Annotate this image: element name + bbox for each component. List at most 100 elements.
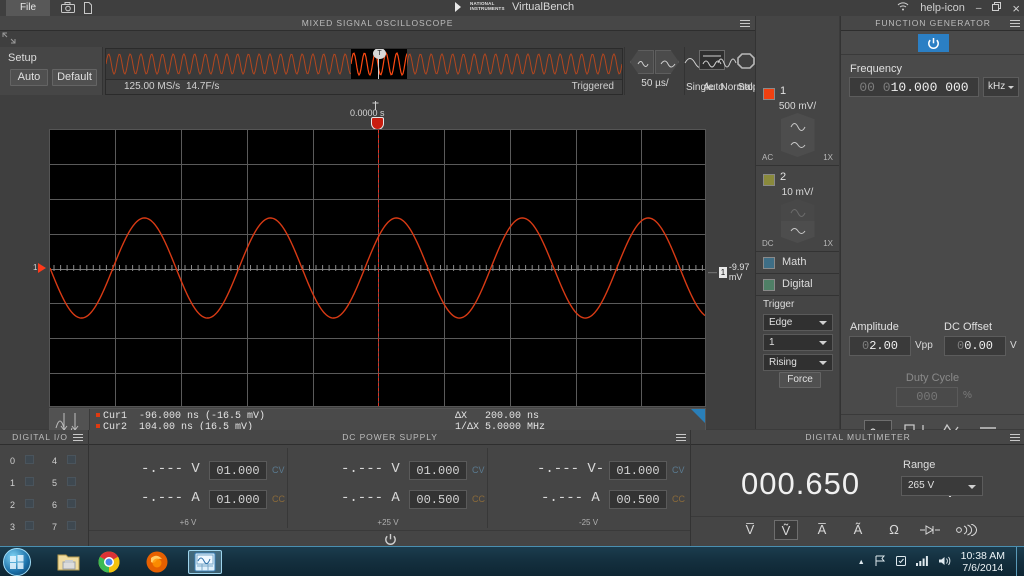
windows-start-icon[interactable] xyxy=(3,548,31,576)
show-desktop-button[interactable] xyxy=(1016,547,1024,576)
power-supply-power-button[interactable] xyxy=(89,530,691,546)
digital-io-header: DIGITAL I/O xyxy=(0,430,88,445)
continuity-icon[interactable] xyxy=(954,520,978,540)
frequency-unit-dropdown[interactable]: kHz xyxy=(983,77,1019,97)
channel-2-attenuation[interactable]: 1X xyxy=(823,239,833,248)
waveform-overview-strip[interactable]: T xyxy=(105,48,623,80)
digital-row[interactable]: Digital xyxy=(756,274,839,296)
channel-1-number: 1 xyxy=(780,85,787,97)
action-center-icon[interactable] xyxy=(895,555,907,570)
ps1-current-setpoint[interactable]: 01.000 xyxy=(209,490,267,509)
channel-1-coupling[interactable]: AC xyxy=(762,153,773,162)
volume-icon[interactable] xyxy=(938,555,952,570)
diode-icon[interactable] xyxy=(918,520,942,540)
channel-2-scale-down-button[interactable] xyxy=(780,221,815,243)
taskbar-clock[interactable]: 10:38 AM 7/6/2014 xyxy=(961,550,1005,574)
trigger-cursor-line[interactable] xyxy=(378,130,379,406)
multimeter-range-dropdown[interactable]: 265 V xyxy=(901,476,983,496)
digital-io-line-indicator[interactable] xyxy=(25,521,34,530)
trigger-slope-dropdown[interactable]: Rising xyxy=(763,354,833,371)
digital-io-line-indicator[interactable] xyxy=(25,477,34,486)
windows-taskbar: ▲ 10:38 AM 7/6/2014 xyxy=(0,546,1024,576)
function-generator-power-button[interactable] xyxy=(918,34,949,52)
digital-io-line-label: 0 xyxy=(10,456,16,466)
digital-io-line-indicator[interactable] xyxy=(67,521,76,530)
digital-io-line-label: 6 xyxy=(52,500,58,510)
timebase-decrease-button[interactable] xyxy=(630,50,654,74)
resistance-icon[interactable]: Ω xyxy=(882,520,906,540)
help-icon[interactable]: help-icon xyxy=(920,2,965,14)
resize-corner-icon[interactable] xyxy=(2,32,16,46)
ps3-voltage-setpoint[interactable]: 01.000 xyxy=(609,461,667,480)
channel-1-ground-marker[interactable] xyxy=(38,263,46,273)
digital-io-line-label: 5 xyxy=(52,478,58,488)
ps2-current-setpoint[interactable]: 00.500 xyxy=(409,490,467,509)
dc-offset-value: 0.00 xyxy=(964,339,993,353)
amplitude-input[interactable]: 02.00 xyxy=(849,336,911,356)
close-button[interactable]: × xyxy=(1012,1,1020,16)
digital-enable-toggle[interactable] xyxy=(763,279,775,291)
auto-setup-button[interactable]: Auto xyxy=(10,69,48,86)
channel-1-scale-down-button[interactable] xyxy=(780,135,815,157)
channel-2-enable-toggle[interactable] xyxy=(763,174,775,186)
file-explorer-icon[interactable] xyxy=(52,550,86,574)
multimeter-range-value: 265 V xyxy=(908,480,935,491)
timebase-increase-button[interactable] xyxy=(655,50,679,74)
wifi-icon[interactable] xyxy=(897,2,909,14)
digital-io-line-indicator[interactable] xyxy=(67,477,76,486)
camera-icon[interactable] xyxy=(60,2,76,14)
overview-trigger-marker[interactable]: T xyxy=(373,49,386,59)
ps2-voltage-setpoint[interactable]: 01.000 xyxy=(409,461,467,480)
show-hidden-icons-icon[interactable]: ▲ xyxy=(858,559,865,566)
ps1-current-measured: -.--- A xyxy=(141,490,200,506)
file-menu-button[interactable]: File xyxy=(6,0,50,16)
channel-1-offset-readout[interactable]: — 1 -9.97 mV xyxy=(708,262,755,282)
digital-io-line-indicator[interactable] xyxy=(25,455,34,464)
firefox-icon[interactable] xyxy=(140,550,174,574)
ps3-current-setpoint[interactable]: 00.500 xyxy=(609,490,667,509)
ac-current-icon[interactable]: Ã xyxy=(846,520,870,540)
dc-offset-input[interactable]: 00.00 xyxy=(944,336,1006,356)
digital-io-line-indicator[interactable] xyxy=(67,499,76,508)
dc-voltage-icon[interactable]: V̅ xyxy=(738,520,762,540)
report-icon[interactable] xyxy=(80,2,96,14)
run-mode-stop[interactable]: Stop xyxy=(737,47,758,95)
oscilloscope-menu-icon[interactable] xyxy=(740,20,750,28)
channel-1-attenuation[interactable]: 1X xyxy=(823,153,833,162)
channel-1-scale: 500 mV/ xyxy=(778,101,817,112)
digital-multimeter-menu-icon[interactable] xyxy=(1010,434,1020,442)
network-flag-icon[interactable] xyxy=(874,555,886,570)
amplitude-unit: Vpp xyxy=(915,340,933,351)
force-trigger-button[interactable]: Force xyxy=(779,372,821,388)
ps1-voltage-setpoint[interactable]: 01.000 xyxy=(209,461,267,480)
ac-voltage-icon[interactable]: Ṽ xyxy=(774,519,798,540)
power-supply-channel-2: -.--- V 01.000 CV -.--- A 00.500 CC +25 … xyxy=(289,448,488,528)
maximize-button[interactable] xyxy=(992,2,1002,14)
channel-2-coupling[interactable]: DC xyxy=(762,239,774,248)
timebase-control: 50 µs/ xyxy=(626,47,684,95)
dc-current-icon[interactable]: A̅ xyxy=(810,520,834,540)
math-enable-toggle[interactable] xyxy=(763,257,775,269)
trigger-source-dropdown[interactable]: 1 xyxy=(763,334,833,351)
digital-io-menu-icon[interactable] xyxy=(73,434,83,442)
run-mode-buttons: Single Auto Normal Stop xyxy=(684,47,758,95)
virtualbench-icon[interactable] xyxy=(188,550,222,574)
signal-bars-icon[interactable] xyxy=(915,555,929,569)
channel-2-scale-up-button[interactable] xyxy=(780,199,815,221)
channel-1-scale-up-button[interactable] xyxy=(780,113,815,135)
digital-io-line-indicator[interactable] xyxy=(25,499,34,508)
digital-io-line-indicator[interactable] xyxy=(67,455,76,464)
virtualbench-app: File NATIONAL INSTRUMENTS VirtualBench h… xyxy=(0,0,1024,576)
default-setup-button[interactable]: Default xyxy=(52,69,97,86)
frequency-input[interactable]: 00 010.000 000 xyxy=(849,77,979,97)
chrome-icon[interactable] xyxy=(92,550,126,574)
math-row[interactable]: Math xyxy=(756,252,839,274)
channel-1-enable-toggle[interactable] xyxy=(763,88,775,100)
minimize-button[interactable]: – xyxy=(976,3,982,14)
waveform-display[interactable] xyxy=(49,129,706,407)
ps3-name: -25 V xyxy=(578,518,599,527)
function-generator-menu-icon[interactable] xyxy=(1010,20,1020,28)
trigger-type-dropdown[interactable]: Edge xyxy=(763,314,833,331)
dc-power-supply-menu-icon[interactable] xyxy=(676,434,686,442)
resize-handle-icon[interactable] xyxy=(691,409,705,423)
